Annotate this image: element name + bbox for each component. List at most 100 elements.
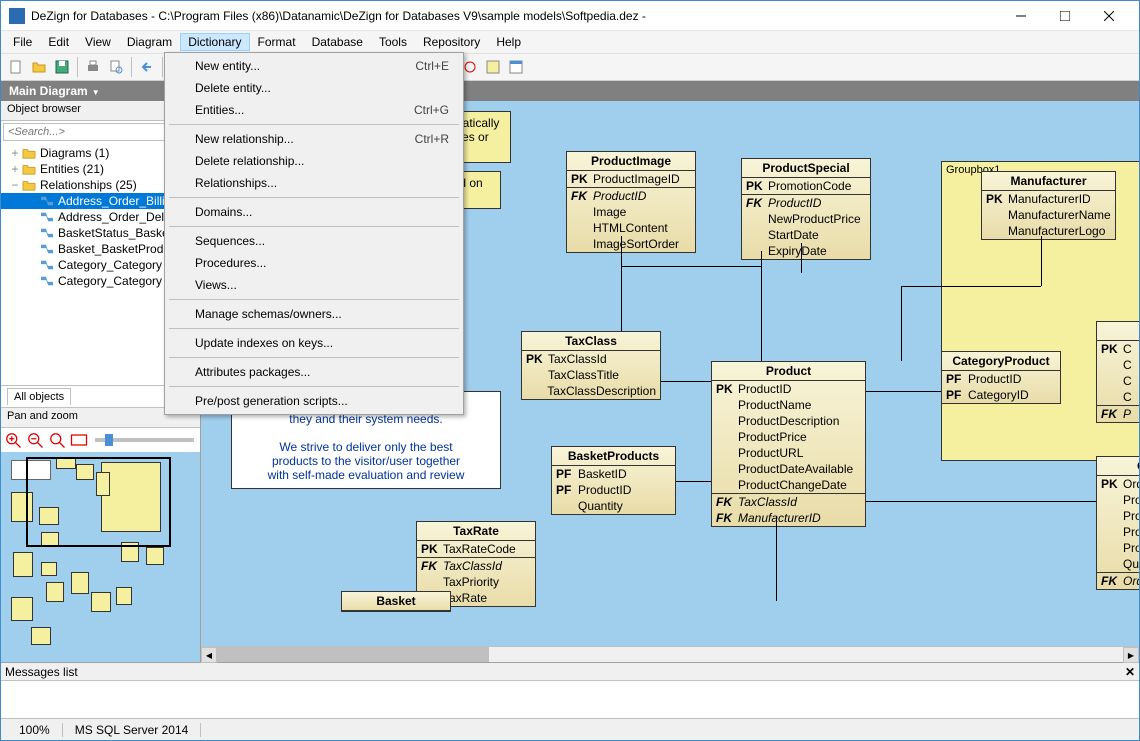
entity-productimage[interactable]: ProductImagePKProductImageIDFKProductIDI…: [566, 151, 696, 253]
folder-icon: [21, 146, 37, 160]
entity-productspecial[interactable]: ProductSpecialPKPromotionCodeFKProductID…: [741, 158, 871, 260]
tree-item-label: Diagrams (1): [40, 146, 109, 160]
entity-column: Qua: [1097, 556, 1139, 572]
entity-column: ProductDateAvailable: [712, 461, 865, 477]
zoom-slider[interactable]: [95, 438, 194, 442]
entity-column: NewProductPrice: [742, 211, 870, 227]
rel-icon: [39, 194, 55, 208]
chevron-down-icon: ▼: [92, 88, 100, 97]
menu-dictionary[interactable]: Dictionary: [180, 33, 249, 51]
entity-title: Basket: [342, 592, 450, 611]
dictionary-menu-dropdown: New entity...Ctrl+EDelete entity...Entit…: [164, 52, 464, 415]
entity-title: TaxClass: [522, 332, 660, 351]
tree-item-label: BasketStatus_Baske: [58, 226, 169, 240]
entity-column: PKC: [1097, 341, 1139, 357]
close-button[interactable]: [1087, 2, 1131, 30]
menu-item[interactable]: New entity...Ctrl+E: [167, 55, 461, 77]
print-icon[interactable]: [82, 56, 104, 78]
entity-column: PFProductID: [552, 482, 675, 498]
entity-categoryproduct[interactable]: CategoryProductPFProductIDPFCategoryID: [941, 351, 1061, 404]
status-zoom: 100%: [7, 723, 63, 737]
maximize-button[interactable]: [1043, 2, 1087, 30]
entity-column: PFCategoryID: [942, 387, 1060, 403]
tree-item-label: Relationships (25): [40, 178, 137, 192]
close-icon[interactable]: ✕: [1125, 665, 1135, 679]
entity-title: TaxRate: [417, 522, 535, 541]
tree-toggle-icon[interactable]: −: [9, 178, 21, 192]
entity-title: Orde: [1097, 457, 1139, 476]
menu-item[interactable]: Sequences...: [167, 230, 461, 252]
entity-order[interactable]: OrdePKOrdProcProcProcProcQuaFKOrd: [1096, 456, 1139, 590]
tree-item-label: Address_Order_Billi: [58, 194, 165, 208]
menu-file[interactable]: File: [5, 33, 40, 51]
scroll-left-icon[interactable]: ◀: [201, 647, 217, 663]
entity-title: BasketProducts: [552, 447, 675, 466]
menu-item[interactable]: Relationships...: [167, 172, 461, 194]
menu-bar: FileEditViewDiagramDictionaryFormatDatab…: [1, 31, 1139, 53]
entity-column: Image: [567, 204, 695, 220]
menu-item[interactable]: Manage schemas/owners...: [167, 303, 461, 325]
menu-item[interactable]: Delete relationship...: [167, 150, 461, 172]
tree-toggle-icon[interactable]: +: [9, 162, 21, 176]
menu-view[interactable]: View: [77, 33, 119, 51]
entity-column: C: [1097, 389, 1139, 405]
entity-basketproducts[interactable]: BasketProductsPFBasketIDPFProductIDQuant…: [551, 446, 676, 515]
tree-toggle-icon[interactable]: +: [9, 146, 21, 160]
groupbox-tool-icon[interactable]: [482, 56, 504, 78]
menu-item[interactable]: Entities...Ctrl+G: [167, 99, 461, 121]
open-icon[interactable]: [28, 56, 50, 78]
entity-column: PKManufacturerID: [982, 191, 1115, 207]
entity-column: ProductName: [712, 397, 865, 413]
menu-item[interactable]: New relationship...Ctrl+R: [167, 128, 461, 150]
menu-item[interactable]: Views...: [167, 274, 461, 296]
horizontal-scrollbar[interactable]: ◀ ▶: [201, 646, 1139, 662]
entity-basket[interactable]: Basket: [341, 591, 451, 612]
zoom-fit-icon[interactable]: [47, 430, 67, 450]
new-icon[interactable]: [5, 56, 27, 78]
menu-item[interactable]: Update indexes on keys...: [167, 332, 461, 354]
entity-column: FKManufacturerID: [712, 510, 865, 526]
entity-column: TaxClassDescription: [522, 383, 660, 399]
entity-column: C: [1097, 373, 1139, 389]
entity-column: PKTaxRateCode: [417, 541, 535, 557]
all-objects-tab[interactable]: All objects: [7, 388, 71, 405]
undo-icon[interactable]: [136, 56, 158, 78]
menu-diagram[interactable]: Diagram: [119, 33, 180, 51]
menu-repository[interactable]: Repository: [415, 33, 488, 51]
menu-item[interactable]: Domains...: [167, 201, 461, 223]
folder-icon: [21, 162, 37, 176]
print-preview-icon[interactable]: [105, 56, 127, 78]
zoom-100-icon[interactable]: [69, 430, 89, 450]
scroll-right-icon[interactable]: ▶: [1123, 647, 1139, 663]
menu-item[interactable]: Procedures...: [167, 252, 461, 274]
zoom-out-icon[interactable]: [25, 430, 45, 450]
entity-product[interactable]: ProductPKProductIDProductNameProductDesc…: [711, 361, 866, 527]
menu-edit[interactable]: Edit: [40, 33, 77, 51]
menu-item[interactable]: Attributes packages...: [167, 361, 461, 383]
zoom-in-icon[interactable]: [3, 430, 23, 450]
entity-column: ProductPrice: [712, 429, 865, 445]
tree-item-label: Category_Category: [58, 274, 162, 288]
entity-column: ManufacturerName: [982, 207, 1115, 223]
window-title: DeZign for Databases - C:\Program Files …: [31, 9, 999, 23]
menu-database[interactable]: Database: [304, 33, 371, 51]
menu-item[interactable]: Delete entity...: [167, 77, 461, 99]
minimize-button[interactable]: [999, 2, 1043, 30]
entity-column: StartDate: [742, 227, 870, 243]
window-tool-icon[interactable]: [505, 56, 527, 78]
pan-zoom-preview[interactable]: [1, 452, 200, 662]
folder-icon: [21, 178, 37, 192]
menu-format[interactable]: Format: [250, 33, 304, 51]
main-diagram-tab[interactable]: Main Diagram▼: [1, 82, 112, 100]
save-icon[interactable]: [51, 56, 73, 78]
entity-manufacturer[interactable]: ManufacturerPKManufacturerIDManufacturer…: [981, 171, 1116, 240]
menu-item[interactable]: Pre/post generation scripts...: [167, 390, 461, 412]
entity-column: PFBasketID: [552, 466, 675, 482]
menu-separator: [169, 124, 459, 125]
menu-separator: [169, 197, 459, 198]
entity-taxclass[interactable]: TaxClassPKTaxClassIdTaxClassTitleTaxClas…: [521, 331, 661, 400]
menu-tools[interactable]: Tools: [371, 33, 415, 51]
entity-partial[interactable]: CPKCCCCFKP: [1096, 321, 1139, 423]
entity-column: FKTaxClassId: [712, 494, 865, 510]
menu-help[interactable]: Help: [488, 33, 529, 51]
